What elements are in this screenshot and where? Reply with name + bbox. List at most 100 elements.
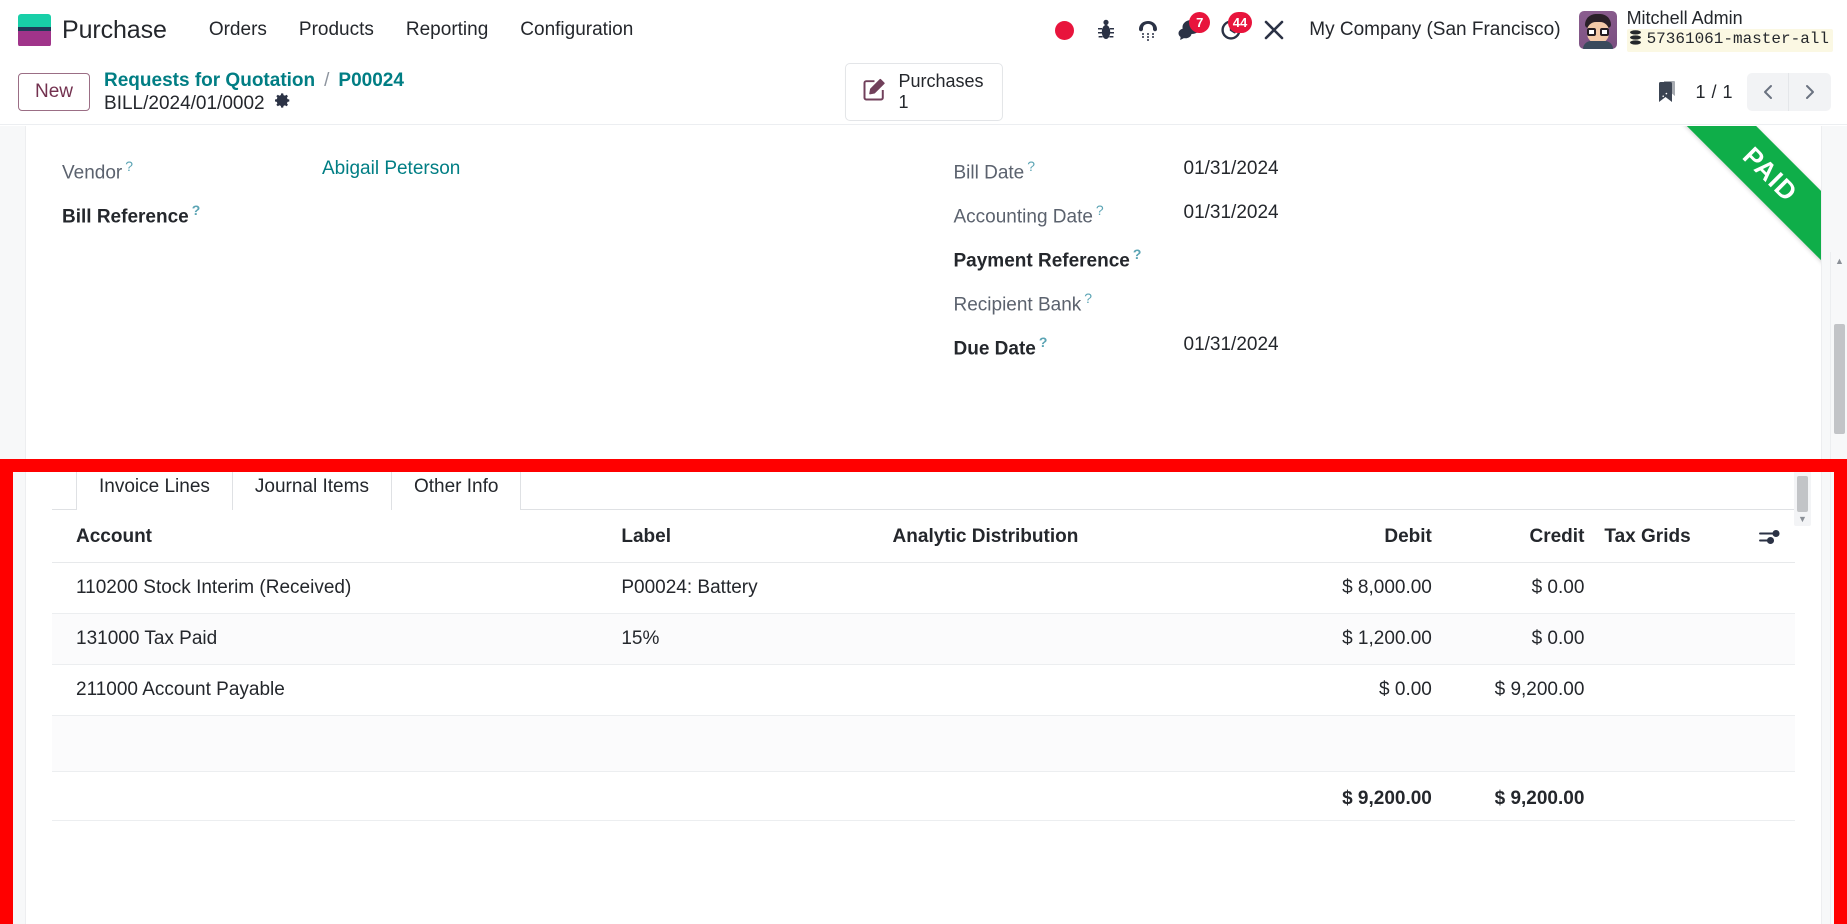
column-header-account[interactable]: Account: [52, 510, 612, 563]
field-accounting-date: Accounting Date? 01/31/2024: [954, 200, 1786, 244]
bug-icon[interactable]: [1085, 10, 1127, 50]
notebook: ▲ ▼ Invoice Lines Journal Items Other In…: [25, 426, 1822, 821]
cell-debit[interactable]: $ 8,000.00: [1238, 562, 1442, 614]
menu-item-orders[interactable]: Orders: [193, 13, 283, 47]
scroll-up-icon[interactable]: ▲: [1798, 462, 1807, 475]
field-label-vendor: Vendor?: [62, 156, 322, 184]
column-header-analytic-distribution[interactable]: Analytic Distribution: [882, 510, 1239, 563]
field-vendor: Vendor? Abigail Peterson: [62, 156, 894, 200]
database-badge: 57361061-master-all: [1626, 28, 1833, 52]
help-tooltip-icon[interactable]: ?: [1096, 202, 1104, 218]
cell-account[interactable]: 110200 Stock Interim (Received): [52, 562, 612, 614]
field-value-accounting-date[interactable]: 01/31/2024: [1184, 200, 1279, 224]
activities-clock-icon[interactable]: 44: [1211, 10, 1253, 50]
menu-item-configuration[interactable]: Configuration: [504, 13, 649, 47]
record-name: BILL/2024/01/0002: [104, 93, 265, 114]
cell-tax-grids[interactable]: [1594, 664, 1747, 716]
scroll-up-icon[interactable]: ▲: [1835, 256, 1844, 266]
tab-invoice-lines[interactable]: Invoice Lines: [76, 462, 233, 510]
scroll-down-icon[interactable]: ▼: [1798, 513, 1807, 526]
app-name[interactable]: Purchase: [62, 16, 167, 45]
page-scrollbar[interactable]: ▲: [1830, 252, 1847, 924]
new-button[interactable]: New: [18, 73, 91, 111]
help-tooltip-icon[interactable]: ?: [125, 158, 133, 174]
field-value-vendor[interactable]: Abigail Peterson: [322, 156, 460, 180]
table-empty-row[interactable]: [52, 715, 1795, 772]
help-tooltip-icon[interactable]: ?: [1027, 158, 1035, 174]
control-panel: New Requests for Quotation / P00024 BILL…: [0, 60, 1847, 125]
next-record-button[interactable]: [1789, 73, 1831, 111]
cell-credit[interactable]: $ 0.00: [1441, 562, 1595, 614]
optional-columns-toggle[interactable]: [1747, 510, 1795, 563]
label-text: Vendor: [62, 162, 123, 184]
cell-actions: [1747, 664, 1795, 716]
label-text: Due Date: [953, 338, 1036, 360]
field-bill-reference: Bill Reference?: [62, 200, 894, 244]
column-header-tax-grids[interactable]: Tax Grids: [1594, 510, 1747, 563]
table-totals-row: $ 9,200.00 $ 9,200.00: [52, 771, 1795, 821]
label-text: Bill Date: [953, 162, 1025, 184]
cell-label[interactable]: 15%: [611, 613, 883, 665]
avatar[interactable]: [1578, 11, 1617, 49]
field-value-bill-date[interactable]: 01/31/2024: [1184, 156, 1279, 180]
systray: 7 44: [1043, 10, 1295, 50]
cell-credit[interactable]: $ 9,200.00: [1441, 664, 1595, 716]
cell-label[interactable]: [611, 664, 883, 716]
label-text: Payment Reference: [953, 250, 1130, 272]
previous-record-button[interactable]: [1747, 73, 1789, 111]
sliders-icon[interactable]: [1757, 528, 1785, 546]
column-header-debit[interactable]: Debit: [1238, 510, 1442, 563]
help-tooltip-icon[interactable]: ?: [1133, 246, 1142, 262]
page-scrollbar-thumb[interactable]: [1834, 324, 1845, 434]
gear-icon[interactable]: [274, 92, 291, 115]
bookmark-icon[interactable]: [1653, 78, 1681, 106]
recording-indicator-icon[interactable]: [1043, 10, 1085, 50]
cell-account[interactable]: 211000 Account Payable: [52, 664, 612, 716]
tab-journal-items[interactable]: Journal Items: [231, 462, 392, 510]
cell-analytic[interactable]: [882, 562, 1239, 614]
cell-label[interactable]: P00024: Battery: [611, 562, 883, 614]
table-row[interactable]: 131000 Tax Paid 15% $ 1,200.00 $ 0.00: [52, 613, 1795, 665]
breadcrumb-parent[interactable]: Requests for Quotation: [104, 69, 315, 92]
column-header-label[interactable]: Label: [611, 510, 883, 563]
column-header-credit[interactable]: Credit: [1441, 510, 1595, 563]
field-recipient-bank: Recipient Bank?: [954, 288, 1786, 332]
table-row[interactable]: 110200 Stock Interim (Received) P00024: …: [52, 562, 1795, 614]
tab-other-info[interactable]: Other Info: [390, 462, 522, 510]
notebook-scrollbar[interactable]: ▲ ▼: [1794, 462, 1811, 526]
field-label-accounting-date: Accounting Date?: [954, 200, 1184, 228]
messages-badge: 7: [1189, 12, 1211, 33]
help-tooltip-icon[interactable]: ?: [1039, 334, 1048, 350]
cell-analytic[interactable]: [882, 613, 1239, 665]
cell-tax-grids[interactable]: [1594, 613, 1747, 665]
menu-item-reporting[interactable]: Reporting: [390, 13, 504, 47]
scrollbar-thumb[interactable]: [1797, 476, 1808, 512]
field-value-due-date[interactable]: 01/31/2024: [1184, 332, 1279, 356]
field-label-payment-reference: Payment Reference?: [954, 244, 1184, 272]
purchases-smart-button[interactable]: Purchases 1: [844, 62, 1003, 122]
messages-icon[interactable]: 7: [1169, 10, 1211, 50]
smart-button-label: Purchases: [898, 70, 984, 91]
cell-analytic[interactable]: [882, 664, 1239, 716]
tools-icon[interactable]: [1253, 10, 1295, 50]
user-menu[interactable]: Mitchell Admin 57361061-master-all: [1571, 8, 1833, 52]
cell-account[interactable]: 131000 Tax Paid: [52, 613, 612, 665]
company-switcher[interactable]: My Company (San Francisco): [1295, 19, 1570, 41]
table-row[interactable]: 211000 Account Payable $ 0.00 $ 9,200.00: [52, 664, 1795, 716]
phone-icon[interactable]: [1127, 10, 1169, 50]
help-tooltip-icon[interactable]: ?: [192, 202, 201, 218]
notebook-tabs: Invoice Lines Journal Items Other Info: [52, 462, 1795, 510]
pager[interactable]: 1 / 1: [1695, 82, 1733, 103]
cell-debit[interactable]: $ 0.00: [1238, 664, 1442, 716]
help-tooltip-icon[interactable]: ?: [1084, 290, 1092, 306]
cell-credit[interactable]: $ 0.00: [1441, 613, 1595, 665]
database-icon: [1629, 29, 1642, 51]
breadcrumb-current[interactable]: P00024: [338, 69, 404, 92]
field-bill-date: Bill Date? 01/31/2024: [954, 156, 1786, 200]
menu-item-products[interactable]: Products: [283, 13, 390, 47]
purchase-app-logo-icon[interactable]: [18, 13, 51, 47]
edit-document-icon: [860, 76, 887, 108]
cell-debit[interactable]: $ 1,200.00: [1238, 613, 1442, 665]
table-header-row: Account Label Analytic Distribution Debi…: [52, 510, 1795, 563]
cell-tax-grids[interactable]: [1594, 562, 1747, 614]
